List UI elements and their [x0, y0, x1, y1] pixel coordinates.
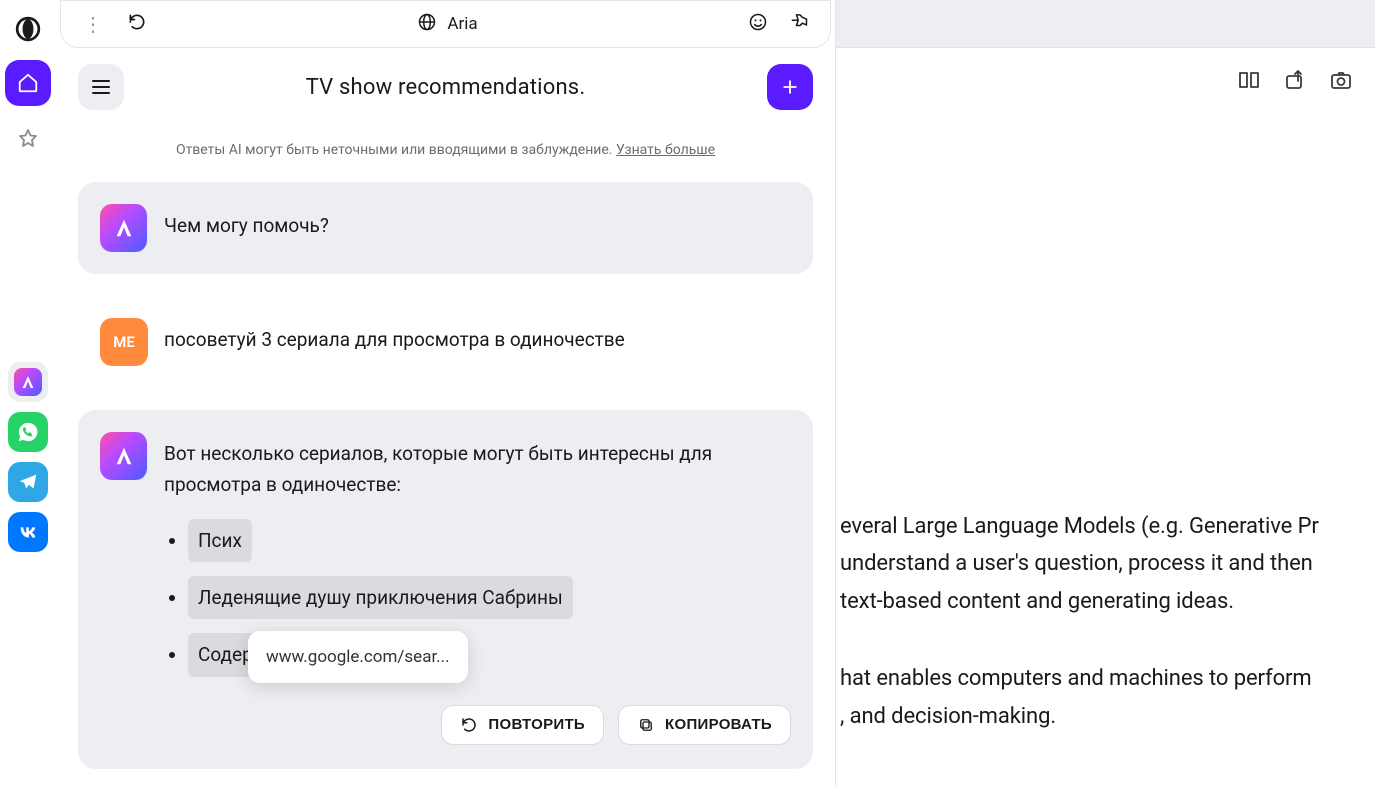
- conversation-title: TV show recommendations.: [138, 75, 753, 100]
- copy-icon: [637, 716, 655, 734]
- aria-topbar-title: Aria: [447, 14, 477, 34]
- sidebar-app-whatsapp[interactable]: [8, 412, 48, 452]
- ai-message: Чем могу помочь?: [78, 182, 813, 274]
- suggestion-chip[interactable]: Леденящие душу приключения Сабрины: [188, 576, 573, 619]
- message-text: Чем могу помочь?: [164, 204, 791, 252]
- link-tooltip: www.google.com/sear...: [248, 631, 468, 683]
- hamburger-menu[interactable]: [78, 64, 124, 110]
- favorites-tab[interactable]: [5, 116, 51, 162]
- aria-icon: [14, 368, 42, 396]
- aria-avatar: [100, 204, 148, 252]
- message-text: посоветуй 3 сериала для просмотра в один…: [164, 318, 791, 366]
- user-message: ME посоветуй 3 сериала для просмотра в о…: [78, 296, 813, 388]
- message-text: Вот несколько сериалов, которые могут бы…: [164, 438, 791, 501]
- left-rail: [0, 0, 56, 786]
- aria-topbar: ⋮ Aria: [60, 0, 831, 48]
- reader-mode-icon[interactable]: [1237, 68, 1261, 96]
- opera-logo: [13, 14, 43, 44]
- home-tab[interactable]: [5, 60, 51, 106]
- retry-button[interactable]: ПОВТОРИТЬ: [441, 705, 604, 745]
- ai-disclaimer: Ответы AI могут быть неточными или вводя…: [78, 126, 813, 182]
- background-page: everal Large Language Models (e.g. Gener…: [836, 0, 1375, 786]
- pin-icon[interactable]: [786, 8, 814, 40]
- share-icon[interactable]: [1283, 68, 1307, 96]
- page-tools: [1237, 68, 1353, 96]
- suggestion-chip[interactable]: Псих: [188, 519, 252, 562]
- refresh-icon: [460, 716, 478, 734]
- chat-scroll[interactable]: Ответы AI могут быть неточными или вводя…: [56, 126, 835, 786]
- learn-more-link[interactable]: Узнать больше: [616, 142, 715, 158]
- new-chat-button[interactable]: [767, 64, 813, 110]
- user-avatar: ME: [100, 318, 148, 366]
- page-content: everal Large Language Models (e.g. Gener…: [836, 48, 1375, 735]
- emoji-icon[interactable]: [744, 8, 772, 40]
- aria-header: TV show recommendations.: [56, 48, 835, 126]
- reload-icon[interactable]: [123, 8, 151, 40]
- more-menu-icon[interactable]: ⋮: [77, 12, 109, 36]
- ai-message: Вот несколько сериалов, которые могут бы…: [78, 410, 813, 769]
- screenshot-icon[interactable]: [1329, 68, 1353, 96]
- aria-panel: ⋮ Aria TV show recommendations.: [56, 0, 836, 786]
- aria-avatar: [100, 432, 148, 480]
- sidebar-app-aria[interactable]: [8, 362, 48, 402]
- message-body: Вот несколько сериалов, которые могут бы…: [164, 432, 791, 745]
- page-toolbar: [836, 0, 1375, 48]
- globe-icon: [417, 12, 437, 37]
- copy-button[interactable]: КОПИРОВАТЬ: [618, 705, 791, 745]
- sidebar-app-telegram[interactable]: [8, 462, 48, 502]
- sidebar-app-vk[interactable]: [8, 512, 48, 552]
